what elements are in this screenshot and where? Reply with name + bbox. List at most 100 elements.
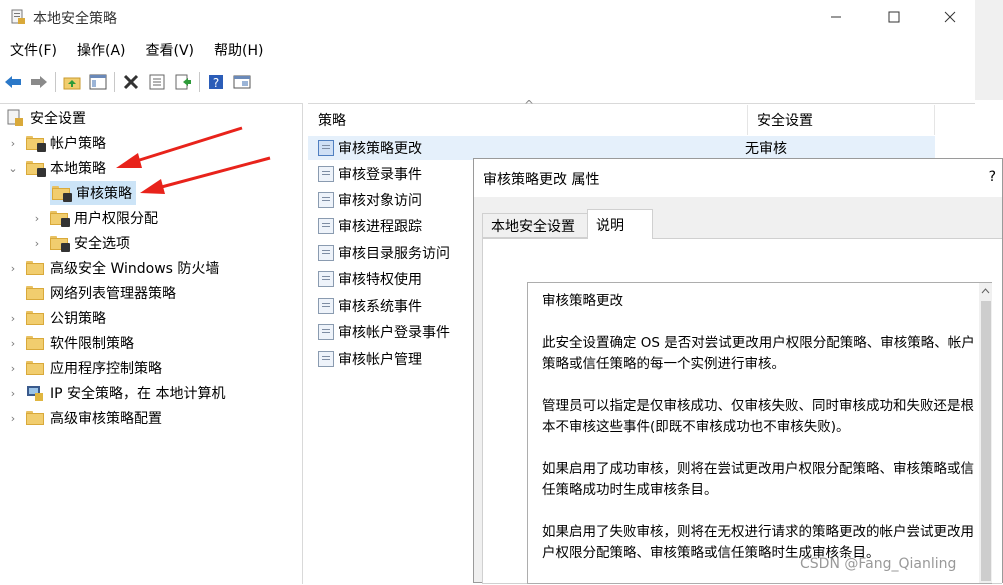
scroll-up-icon[interactable] <box>979 285 992 297</box>
tree-item-label: 高级安全 Windows 防火墙 <box>50 261 220 277</box>
tree-item-label: 网络列表管理器策略 <box>50 286 176 302</box>
toolbar: ? <box>0 68 975 96</box>
policy-name: 审核登录事件 <box>338 167 422 183</box>
policy-icon <box>318 324 334 340</box>
forward-button[interactable] <box>26 70 52 94</box>
tree-item-local-policies[interactable]: ⌄ 本地策略 <box>6 156 106 180</box>
policy-name: 审核对象访问 <box>338 193 422 209</box>
help-icon: ? <box>209 75 223 90</box>
folder-icon <box>26 336 44 350</box>
tree-item-label: 帐户策略 <box>50 136 106 152</box>
properties-dialog: 审核策略更改 属性 ? 本地安全设置 说明 审核策略更改 此安全设置确定 OS … <box>473 158 1003 584</box>
policy-name: 审核帐户管理 <box>338 352 422 368</box>
export-icon <box>175 74 191 90</box>
table-row[interactable]: 审核特权使用 <box>308 267 422 291</box>
show-hide-tree-button[interactable] <box>85 70 111 94</box>
description-heading: 审核策略更改 <box>542 293 623 309</box>
folder-icon <box>26 286 44 300</box>
maximize-button[interactable] <box>871 0 917 34</box>
minimize-icon <box>831 16 841 18</box>
toolbar-separator <box>199 72 200 92</box>
column-header-label: 策略 <box>318 113 346 129</box>
table-row[interactable]: 审核进程跟踪 <box>308 214 422 238</box>
menu-action[interactable]: 操作(A) <box>67 38 136 62</box>
locked-folder-icon <box>52 186 72 202</box>
close-button[interactable] <box>927 0 973 34</box>
policy-icon <box>318 192 334 208</box>
expand-chevron-icon[interactable]: › <box>6 412 20 425</box>
folder-icon <box>26 411 44 425</box>
policy-icon <box>318 245 334 261</box>
title-bar: 本地安全策略 <box>0 0 975 34</box>
expand-chevron-icon[interactable]: › <box>6 137 20 150</box>
menu-file[interactable]: 文件(F) <box>0 38 67 62</box>
tree-item-audit-policy[interactable]: 审核策略 <box>50 181 136 205</box>
folder-icon <box>26 361 44 375</box>
tree-item-label: 用户权限分配 <box>74 211 158 227</box>
tab-explain[interactable]: 说明 <box>587 209 653 239</box>
properties-button[interactable] <box>144 70 170 94</box>
expand-chevron-icon[interactable]: › <box>30 212 44 225</box>
table-row[interactable]: 审核帐户登录事件 <box>308 320 450 344</box>
expand-chevron-icon[interactable]: › <box>6 337 20 350</box>
tree-item-software-restriction[interactable]: › 软件限制策略 <box>6 331 134 355</box>
expand-chevron-icon[interactable]: › <box>6 312 20 325</box>
expand-chevron-icon[interactable]: › <box>6 362 20 375</box>
minimize-button[interactable] <box>813 0 859 34</box>
tab-local-security-setting[interactable]: 本地安全设置 <box>482 213 588 238</box>
description-paragraph: 此安全设置确定 OS 是否对尝试更改用户权限分配策略、审核策略、帐户策略或信任策… <box>542 335 975 372</box>
tree-item-advanced-audit[interactable]: › 高级审核策略配置 <box>6 406 162 430</box>
show-tree-icon <box>89 74 107 90</box>
menu-view[interactable]: 查看(V) <box>136 38 205 62</box>
menu-help[interactable]: 帮助(H) <box>204 38 273 62</box>
toolbar-separator <box>114 72 115 92</box>
local-security-policy-icon <box>11 9 25 24</box>
table-row[interactable]: 审核帐户管理 <box>308 347 422 371</box>
table-row[interactable]: 审核登录事件 <box>308 162 422 186</box>
table-row[interactable]: 审核对象访问 <box>308 188 422 212</box>
toolbar-separator <box>55 72 56 92</box>
close-icon <box>944 11 956 23</box>
column-header-policy[interactable]: 策略 <box>308 105 748 135</box>
tree-item-security-options[interactable]: › 安全选项 <box>30 231 130 255</box>
tree-item-public-key-policies[interactable]: › 公钥策略 <box>6 306 106 330</box>
tree-item-windows-firewall[interactable]: › 高级安全 Windows 防火墙 <box>6 256 219 280</box>
description-scrollbar[interactable] <box>979 283 992 583</box>
column-header-setting[interactable]: 安全设置 <box>749 105 935 135</box>
navigation-tree: 安全设置 › 帐户策略 ⌄ 本地策略 审核策略 › 用户权限分配 › 安全选项 … <box>0 103 303 584</box>
column-header-label: 安全设置 <box>757 113 813 129</box>
tree-item-account-policies[interactable]: › 帐户策略 <box>6 131 106 155</box>
help-button[interactable]: ? <box>203 70 229 94</box>
expand-chevron-icon[interactable]: › <box>30 237 44 250</box>
scrollbar-thumb[interactable] <box>981 301 991 581</box>
tree-item-security-settings[interactable]: 安全设置 <box>6 106 86 130</box>
expand-chevron-icon[interactable]: › <box>6 387 20 400</box>
description-paragraph: 如果启用了成功审核，则将在尝试更改用户权限分配策略、审核策略或信任策略成功时生成… <box>542 461 974 498</box>
expand-chevron-icon[interactable]: › <box>6 262 20 275</box>
back-button[interactable] <box>0 70 26 94</box>
dialog-help-button[interactable]: ? <box>989 169 996 185</box>
forward-arrow-icon <box>31 76 47 88</box>
table-row[interactable]: 审核系统事件 <box>308 294 422 318</box>
export-list-button[interactable] <box>170 70 196 94</box>
tree-item-ip-security[interactable]: › IP 安全策略，在 本地计算机 <box>6 381 225 405</box>
folder-icon <box>26 311 44 325</box>
table-row[interactable]: 审核策略更改 无审核 <box>308 136 935 160</box>
tree-item-user-rights-assignment[interactable]: › 用户权限分配 <box>30 206 158 230</box>
ip-security-icon <box>27 386 43 401</box>
tree-item-label: 审核策略 <box>76 186 132 202</box>
tree-item-network-list-manager[interactable]: 网络列表管理器策略 <box>6 281 176 305</box>
window-title: 本地安全策略 <box>33 11 117 27</box>
description-textbox[interactable]: 审核策略更改 此安全设置确定 OS 是否对尝试更改用户权限分配策略、审核策略、帐… <box>527 282 992 584</box>
tree-item-application-control[interactable]: › 应用程序控制策略 <box>6 356 162 380</box>
up-level-button[interactable] <box>59 70 85 94</box>
console-view-button[interactable] <box>229 70 255 94</box>
watermark: CSDN @Fang_Qianling <box>800 556 957 572</box>
delete-button[interactable] <box>118 70 144 94</box>
collapse-chevron-icon[interactable]: ⌄ <box>6 162 20 175</box>
policy-icon <box>318 351 334 367</box>
console-icon <box>233 75 251 89</box>
security-settings-icon <box>7 109 23 126</box>
table-row[interactable]: 审核目录服务访问 <box>308 241 450 265</box>
description-text: 审核策略更改 此安全设置确定 OS 是否对尝试更改用户权限分配策略、审核策略、帐… <box>542 291 984 585</box>
